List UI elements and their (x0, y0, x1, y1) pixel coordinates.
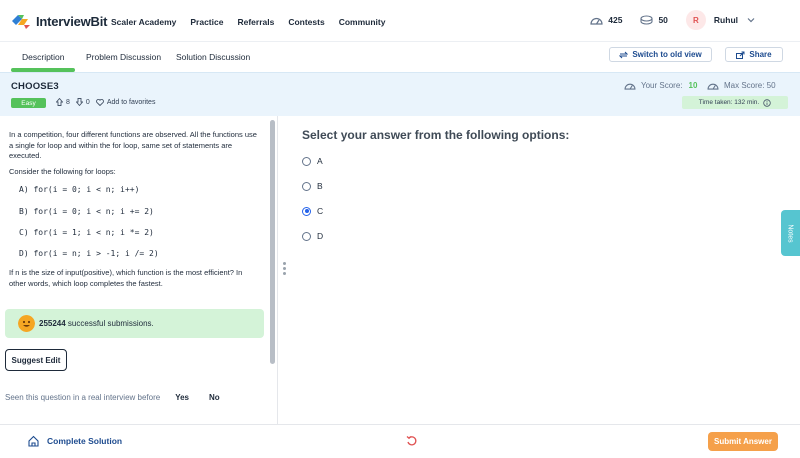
chevron-down-icon[interactable] (746, 15, 756, 25)
answer-options-title: Select your answer from the following op… (302, 128, 570, 142)
loop-a: A) for(i = 0; i < n; i++) (19, 185, 140, 194)
add-to-favorites[interactable]: Add to favorites (107, 99, 156, 106)
notes-tab[interactable]: Notes (781, 210, 800, 256)
nav-link-practice[interactable]: Practice (190, 17, 223, 27)
your-score-value: 10 (688, 81, 698, 90)
option-c[interactable]: C (302, 206, 323, 216)
share-icon (736, 51, 745, 59)
panel-resize-handle[interactable] (283, 262, 286, 276)
option-d[interactable]: D (302, 231, 323, 241)
difficulty-badge: Easy (11, 98, 46, 108)
upvote-count: 8 (66, 98, 70, 106)
option-a[interactable]: A (302, 156, 323, 166)
description-scrollbar[interactable] (270, 120, 275, 364)
interviewbit-logo[interactable]: InterviewBit (10, 12, 107, 30)
speedometer-icon (707, 83, 719, 90)
speedometer-icon (624, 83, 636, 90)
complete-solution-label: Complete Solution (47, 436, 123, 446)
option-a-radio[interactable] (302, 156, 311, 166)
bottom-action-bar: Complete Solution (0, 424, 800, 458)
loop-c: C) for(i = 1; i < n; i *= 2) (19, 228, 154, 237)
info-icon[interactable] (763, 98, 771, 107)
tab-problem-discussion[interactable]: Problem Discussion (86, 52, 161, 62)
problem-title: CHOOSE3 (11, 81, 59, 92)
option-d-label[interactable]: D (317, 231, 323, 241)
problem-question: If n is the size of input(positive), whi… (9, 268, 243, 288)
option-b-label[interactable]: B (317, 181, 323, 191)
max-score: Max Score: 50 (707, 81, 776, 90)
tab-description[interactable]: Description (22, 52, 65, 62)
success-submissions-banner: 255244 successful submissions. (5, 309, 264, 338)
user-area: 425 50 R Ruhul (590, 10, 800, 30)
nav-link-community[interactable]: Community (339, 17, 386, 27)
coins-icon (640, 15, 654, 25)
option-d-radio[interactable] (302, 231, 311, 241)
switch-old-view-label: Switch to old view (632, 50, 702, 59)
streak-count: 425 (608, 15, 623, 25)
downvote-count: 0 (85, 98, 90, 106)
nav-link-referrals[interactable]: Referrals (237, 17, 274, 27)
logo-text: InterviewBit (36, 13, 108, 29)
problem-description-panel: In a competition, four different functio… (0, 116, 278, 424)
vote-bar: 8 0 Add to favorites (56, 98, 161, 106)
time-taken-badge: Time taken: 132 min. (682, 96, 788, 109)
option-c-radio[interactable] (302, 206, 311, 216)
heart-icon[interactable] (95, 98, 104, 106)
notes-label: Notes (786, 223, 794, 243)
switch-old-view-button[interactable]: Switch to old view (609, 47, 712, 62)
time-taken-label: Time taken: 132 min. (698, 99, 760, 106)
main-nav: Scaler Academy Practice Referrals Contes… (111, 17, 399, 27)
logo-mark-icon (12, 15, 30, 29)
seen-no-button[interactable]: No (209, 393, 220, 402)
share-button[interactable]: Share (725, 47, 783, 62)
top-navbar: InterviewBit Scaler Academy Practice Ref… (0, 0, 800, 42)
option-c-label[interactable]: C (317, 206, 323, 216)
smiley-emoji-icon (18, 315, 35, 332)
option-a-label[interactable]: A (317, 156, 323, 166)
username[interactable]: Ruhul (714, 15, 738, 25)
nav-link-scaler-academy[interactable]: Scaler Academy (111, 17, 176, 27)
seen-in-interview-row: Seen this question in a real interview b… (5, 393, 230, 402)
loop-b: B) for(i = 0; i < n; i += 2) (19, 207, 154, 216)
problem-header: CHOOSE3 Easy 8 0 Add to favorites Your S… (0, 72, 800, 116)
complete-solution-button[interactable]: Complete Solution (27, 435, 122, 447)
option-b[interactable]: B (302, 181, 323, 191)
downvote-icon[interactable] (75, 98, 83, 106)
reset-icon[interactable] (406, 435, 418, 447)
tab-solution-discussion[interactable]: Solution Discussion (176, 52, 250, 62)
nav-link-contests[interactable]: Contests (288, 17, 324, 27)
avatar[interactable]: R (685, 10, 706, 30)
swap-icon (619, 51, 629, 58)
streak-stat[interactable]: 425 (590, 15, 622, 25)
max-score-label: Max Score: 50 (724, 81, 776, 90)
seen-yes-button[interactable]: Yes (175, 393, 189, 402)
upvote-icon[interactable] (56, 98, 63, 106)
share-label: Share (749, 50, 772, 59)
submit-answer-button[interactable]: Submit Answer (708, 432, 778, 451)
your-score: Your Score: 10 (624, 81, 697, 90)
problem-consider: Consider the following for loops: (9, 167, 116, 176)
loop-d: D) for(i = n; i > -1; i /= 2) (19, 249, 159, 258)
problem-intro: In a competition, four different functio… (9, 130, 257, 160)
coins-count: 50 (658, 15, 668, 25)
seen-in-interview-label: Seen this question in a real interview b… (5, 393, 161, 402)
speedometer-icon (590, 17, 603, 25)
option-b-radio[interactable] (302, 181, 311, 191)
suggest-edit-button[interactable]: Suggest Edit (5, 349, 67, 371)
success-count: 255244 (39, 319, 66, 328)
success-suffix: successful submissions. (65, 319, 154, 328)
your-score-label: Your Score: (641, 81, 683, 90)
coins-stat[interactable]: 50 (640, 15, 668, 25)
unlock-solution-icon (28, 435, 39, 447)
